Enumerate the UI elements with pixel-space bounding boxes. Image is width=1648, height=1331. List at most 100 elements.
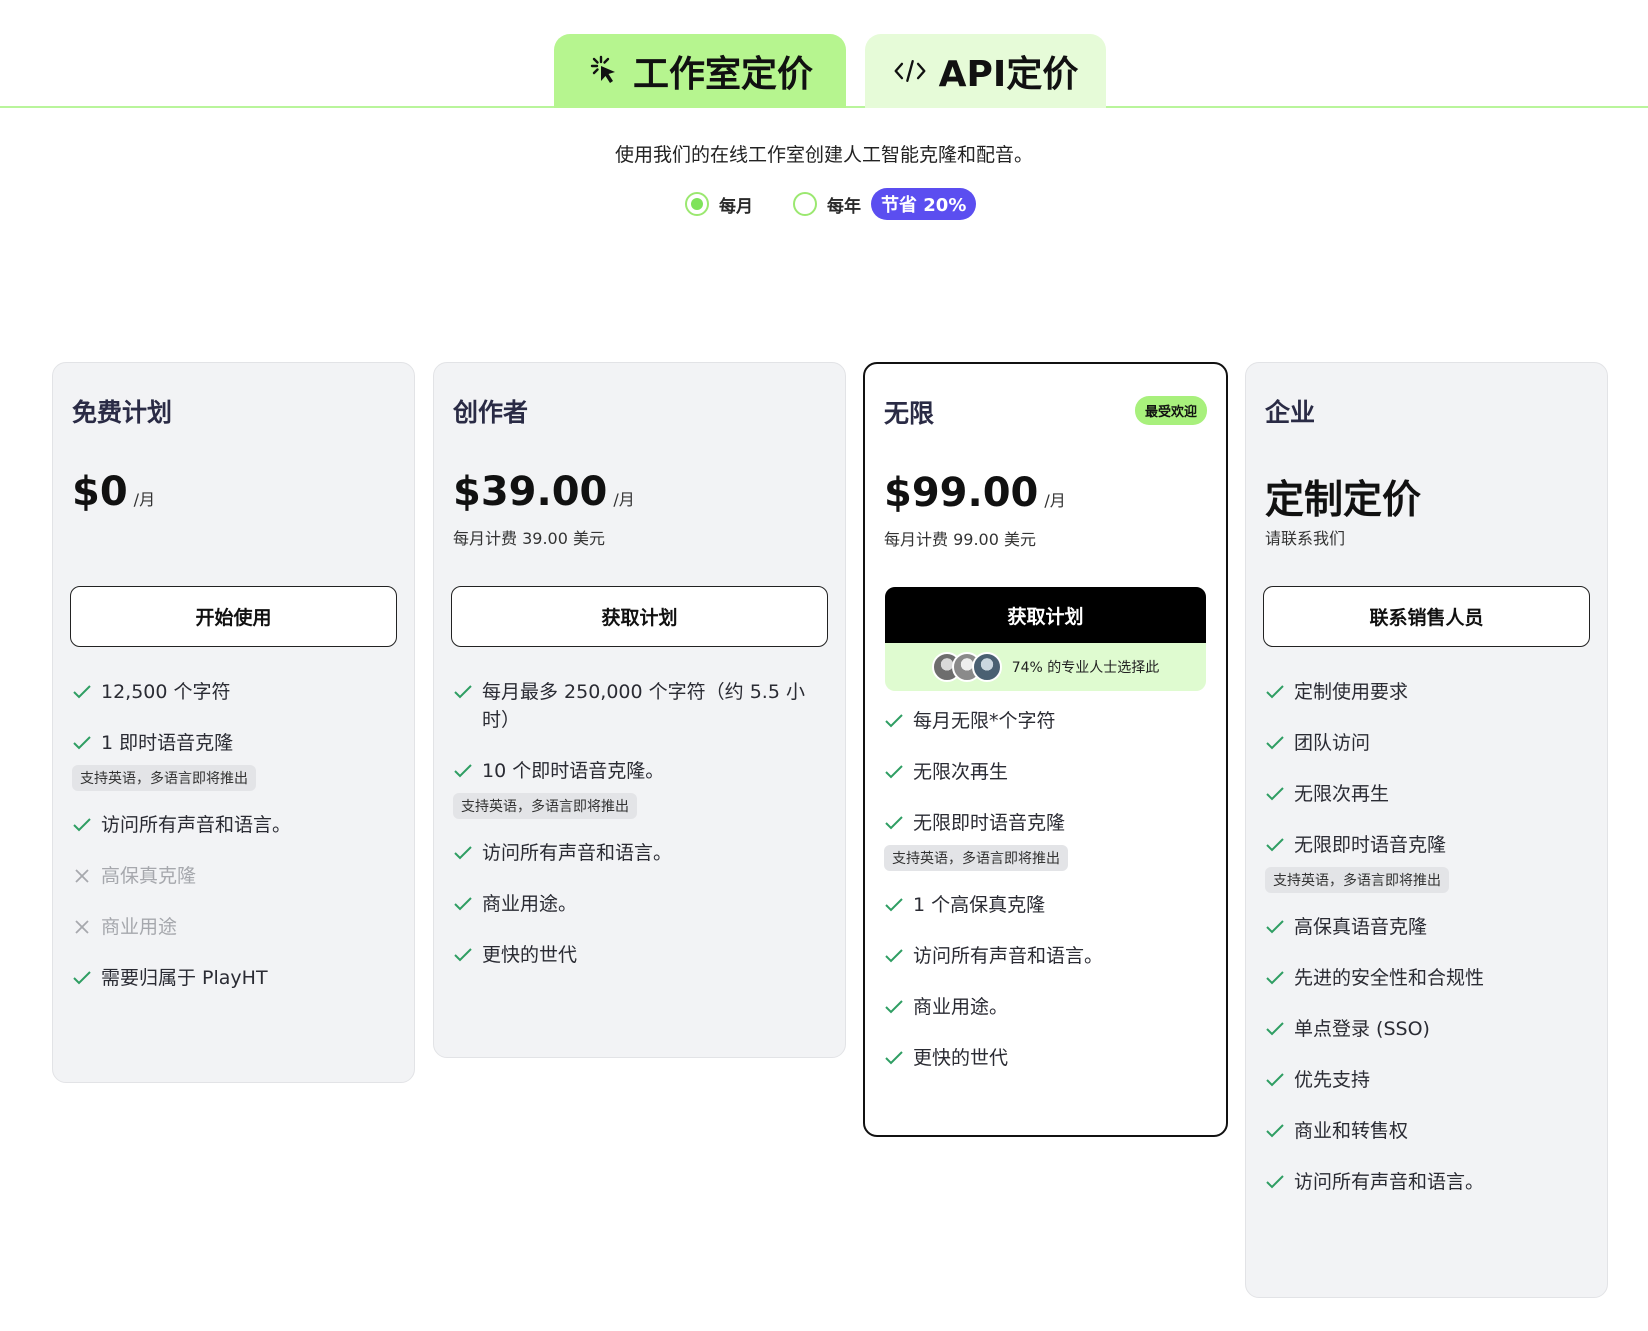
check-icon	[1265, 1117, 1285, 1145]
radio-selected-dot	[691, 198, 703, 210]
feature-item: 团队访问	[1265, 729, 1588, 757]
feature-item: 10 个即时语音克隆。	[453, 757, 826, 785]
check-icon	[884, 942, 904, 970]
billing-period-toggle: 每月 每年 节省 20%	[685, 188, 977, 220]
feature-item: 无限即时语音克隆	[884, 809, 1207, 837]
tab-studio-pricing[interactable]: 工作室定价	[554, 34, 846, 108]
check-icon	[884, 1044, 904, 1072]
price-amount: $99.00	[884, 470, 1039, 516]
feature-note-row: 支持英语，多语言即将推出	[884, 837, 1207, 871]
price-period: /月	[133, 490, 156, 509]
feature-list: 每月最多 250,000 个字符（约 5.5 小时） 10 个即时语音克隆。 支…	[453, 678, 826, 969]
billing-monthly-label: 每月	[719, 196, 753, 217]
cross-icon	[72, 862, 92, 890]
price-amount: $39.00	[453, 469, 608, 515]
feature-item: 访问所有声音和语言。	[884, 942, 1207, 970]
feature-item: 访问所有声音和语言。	[1265, 1168, 1588, 1196]
feature-text: 访问所有声音和语言。	[482, 842, 673, 864]
check-icon	[453, 678, 473, 706]
plan-card-unlimited: 无限 最受欢迎 $99.00 /月 每月计费 99.00 美元 获取计划 74%…	[863, 362, 1228, 1137]
billing-option-yearly[interactable]: 每年 节省 20%	[793, 188, 977, 220]
feature-item: 更快的世代	[453, 941, 826, 969]
feature-item: 访问所有声音和语言。	[453, 839, 826, 867]
check-icon	[1265, 913, 1285, 941]
price-period: /月	[1044, 491, 1066, 510]
check-icon	[1265, 729, 1285, 757]
feature-text: 每月无限*个字符	[913, 710, 1056, 732]
pricing-tabs: 工作室定价 API定价	[0, 34, 1648, 108]
plan-price: $0 /月	[72, 469, 155, 515]
feature-text: 12,500 个字符	[101, 681, 231, 703]
feature-note-row: 支持英语，多语言即将推出	[72, 757, 395, 791]
check-icon	[884, 891, 904, 919]
start-free-button[interactable]: 开始使用	[70, 586, 397, 647]
feature-text: 商业和转售权	[1294, 1120, 1409, 1142]
feature-item: 1 个高保真克隆	[884, 891, 1207, 919]
check-icon	[1265, 1015, 1285, 1043]
check-icon	[1265, 1066, 1285, 1094]
feature-text: 高保真语音克隆	[1294, 916, 1428, 938]
feature-text: 更快的世代	[482, 944, 578, 966]
check-icon	[1265, 831, 1285, 859]
feature-item: 每月最多 250,000 个字符（约 5.5 小时）	[453, 678, 826, 734]
plan-name: 无限	[884, 399, 935, 428]
radio-yearly[interactable]	[793, 192, 817, 216]
feature-item: 访问所有声音和语言。	[72, 811, 395, 839]
feature-list: 定制使用要求 团队访问 无限次再生 无限即时语音克隆 支持英语，多语言即将推出 …	[1265, 678, 1588, 1196]
plan-price: $99.00 /月	[884, 470, 1066, 516]
cross-icon	[72, 913, 92, 941]
plan-card-creator: 创作者 $39.00 /月 每月计费 39.00 美元 获取计划 每月最多 25…	[433, 362, 846, 1058]
feature-text: 高保真克隆	[101, 865, 197, 887]
feature-item: 定制使用要求	[1265, 678, 1588, 706]
contact-note: 请联系我们	[1265, 529, 1346, 548]
feature-text: 商业用途	[101, 916, 178, 938]
feature-item: 1 即时语音克隆	[72, 729, 395, 757]
price-amount: $0	[72, 469, 128, 515]
language-note: 支持英语，多语言即将推出	[72, 765, 256, 791]
feature-item: 无限次再生	[884, 758, 1207, 786]
feature-item-excluded: 商业用途	[72, 913, 395, 941]
feature-text: 更快的世代	[913, 1047, 1009, 1069]
feature-text: 无限次再生	[1294, 783, 1390, 805]
radio-monthly[interactable]	[685, 192, 709, 216]
most-popular-badge: 最受欢迎	[1134, 396, 1207, 425]
code-icon	[893, 54, 927, 88]
feature-item-excluded: 高保真克隆	[72, 862, 395, 890]
plan-card-free: 免费计划 $0 /月 开始使用 12,500 个字符 1 即时语音克隆 支持英语…	[52, 362, 415, 1083]
billing-option-monthly[interactable]: 每月	[685, 192, 753, 217]
check-icon	[72, 678, 92, 706]
feature-text: 团队访问	[1294, 732, 1371, 754]
feature-item: 商业用途。	[453, 890, 826, 918]
check-icon	[453, 941, 473, 969]
feature-text: 访问所有声音和语言。	[913, 945, 1104, 967]
get-plan-button[interactable]: 获取计划	[885, 587, 1206, 643]
check-icon	[884, 758, 904, 786]
language-note: 支持英语，多语言即将推出	[1265, 867, 1449, 893]
feature-note-row: 支持英语，多语言即将推出	[1265, 859, 1588, 893]
price-period: /月	[613, 490, 635, 509]
social-proof-text: 74% 的专业人士选择此	[1011, 660, 1160, 676]
feature-item: 优先支持	[1265, 1066, 1588, 1094]
check-icon	[884, 809, 904, 837]
feature-text: 每月最多 250,000 个字符（约 5.5 小时）	[482, 681, 805, 731]
get-plan-button[interactable]: 获取计划	[451, 586, 828, 647]
check-icon	[1265, 964, 1285, 992]
check-icon	[1265, 1168, 1285, 1196]
feature-text: 访问所有声音和语言。	[1294, 1171, 1485, 1193]
social-proof-bar: 74% 的专业人士选择此	[885, 643, 1206, 691]
feature-item: 单点登录 (SSO)	[1265, 1015, 1588, 1043]
custom-price: 定制定价	[1265, 478, 1422, 523]
tab-api-pricing[interactable]: API定价	[865, 34, 1106, 108]
feature-item: 商业和转售权	[1265, 1117, 1588, 1145]
feature-note-row: 支持英语，多语言即将推出	[453, 785, 826, 819]
check-icon	[1265, 678, 1285, 706]
feature-text: 单点登录 (SSO)	[1294, 1018, 1430, 1040]
check-icon	[884, 707, 904, 735]
plan-card-enterprise: 企业 定制定价 请联系我们 联系销售人员 定制使用要求 团队访问 无限次再生 无…	[1245, 362, 1608, 1298]
feature-text: 需要归属于 PlayHT	[101, 967, 268, 989]
feature-item: 需要归属于 PlayHT	[72, 964, 395, 992]
feature-item: 12,500 个字符	[72, 678, 395, 706]
contact-sales-button[interactable]: 联系销售人员	[1263, 586, 1590, 647]
check-icon	[884, 993, 904, 1021]
check-icon	[72, 964, 92, 992]
